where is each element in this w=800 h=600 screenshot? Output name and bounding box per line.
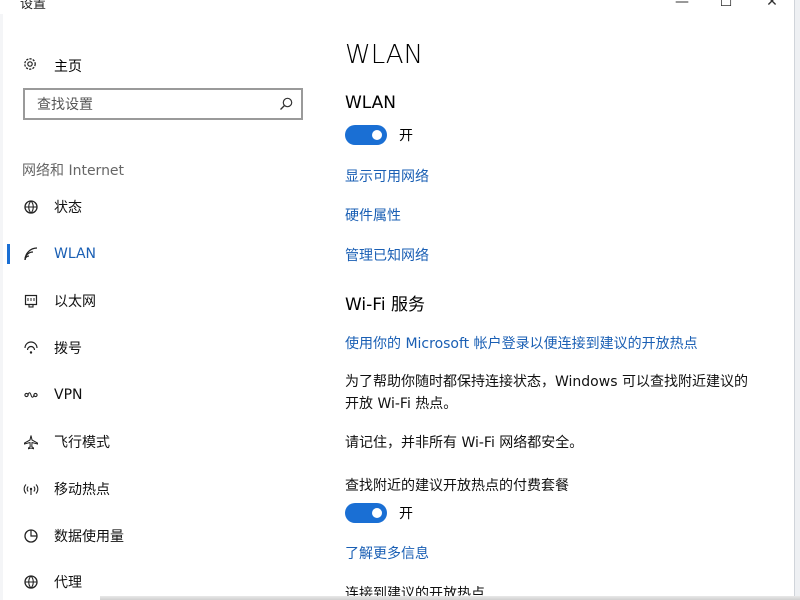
sidebar-item-label: VPN (54, 387, 83, 403)
sidebar-item-label: 移动热点 (54, 482, 110, 498)
paid-plans-toggle-label: 开 (399, 506, 413, 522)
wlan-toggle[interactable] (345, 125, 387, 145)
page-title: WLAN (345, 40, 424, 70)
sidebar-item-label: 数据使用量 (54, 529, 124, 545)
wlan-toggle-row: 开 (345, 124, 413, 146)
paid-plans-toggle[interactable] (345, 503, 387, 523)
search-input[interactable] (35, 94, 279, 116)
window-right-edge (794, 0, 800, 600)
sidebar-home-label: 主页 (54, 59, 82, 75)
sidebar-item-label: WLAN (54, 246, 97, 262)
dialup-icon (22, 339, 40, 357)
hardware-properties-link[interactable]: 硬件属性 (345, 205, 401, 225)
proxy-globe-icon (22, 573, 40, 591)
ethernet-icon (22, 292, 40, 310)
bottom-edge (100, 596, 800, 600)
sidebar-item-datausage[interactable]: 数据使用量 (0, 516, 330, 556)
paid-plans-label: 查找附近的建议开放热点的付费套餐 (345, 478, 569, 494)
wifi-services-heading: Wi-Fi 服务 (345, 295, 425, 315)
minimize-button[interactable]: — (662, 0, 702, 12)
wlan-heading: WLAN (345, 93, 397, 113)
settings-window: 设置 — ☐ ✕ 主页 网络和 Internet (0, 0, 800, 600)
sidebar-item-dialup[interactable]: 拨号 (0, 328, 330, 368)
maximize-button[interactable]: ☐ (706, 0, 746, 12)
sidebar-item-label: 拨号 (54, 341, 82, 357)
wlan-toggle-label: 开 (399, 128, 413, 144)
title-bar: 设置 — ☐ ✕ (0, 0, 800, 14)
sidebar-item-wlan[interactable]: WLAN (0, 234, 330, 274)
description-line-1: 为了帮助你随时都保持连接状态，Windows 可以查找附近建议的 (345, 374, 748, 390)
ms-account-link[interactable]: 使用你的 Microsoft 帐户登录以便连接到建议的开放热点 (345, 333, 698, 353)
sidebar-item-label: 以太网 (54, 294, 96, 310)
airplane-icon (22, 433, 40, 451)
toggle-knob (372, 130, 382, 140)
description-line-2: 开放 Wi-Fi 热点。 (345, 396, 458, 412)
show-networks-link[interactable]: 显示可用网络 (345, 166, 429, 186)
toggle-knob (372, 508, 382, 518)
paid-plans-toggle-row: 开 (345, 502, 413, 524)
vpn-icon (22, 386, 40, 404)
sidebar-item-proxy[interactable]: 代理 (0, 562, 330, 600)
hotspot-icon (22, 480, 40, 498)
sidebar-item-ethernet[interactable]: 以太网 (0, 281, 330, 321)
sidebar-item-status[interactable]: 状态 (0, 187, 330, 227)
wifi-sense-description: 为了帮助你随时都保持连接状态，Windows 可以查找附近建议的 开放 Wi-F… (345, 371, 785, 415)
sidebar-item-hotspot[interactable]: 移动热点 (0, 469, 330, 509)
window-title: 设置 (20, 0, 47, 12)
learn-more-link[interactable]: 了解更多信息 (345, 543, 429, 563)
sidebar-item-label: 代理 (54, 575, 82, 591)
manage-known-networks-link[interactable]: 管理已知网络 (345, 245, 429, 265)
wifi-icon (22, 245, 40, 263)
sidebar-home[interactable]: 主页 (22, 56, 82, 76)
globe-status-icon (22, 198, 40, 216)
data-usage-icon (22, 527, 40, 545)
close-button[interactable]: ✕ (752, 0, 792, 12)
sidebar: 主页 网络和 Internet 状态 (0, 14, 330, 600)
section-label-network: 网络和 Internet (22, 163, 125, 179)
gear-icon (22, 56, 38, 76)
sidebar-item-label: 状态 (54, 200, 82, 216)
sidebar-item-vpn[interactable]: VPN (0, 375, 330, 415)
sidebar-item-label: 飞行模式 (54, 435, 110, 451)
security-warning: 请记住，并非所有 Wi-Fi 网络都安全。 (345, 435, 584, 451)
search-box[interactable] (23, 88, 303, 120)
sidebar-item-airplane[interactable]: 飞行模式 (0, 422, 330, 462)
search-icon[interactable] (277, 95, 295, 113)
